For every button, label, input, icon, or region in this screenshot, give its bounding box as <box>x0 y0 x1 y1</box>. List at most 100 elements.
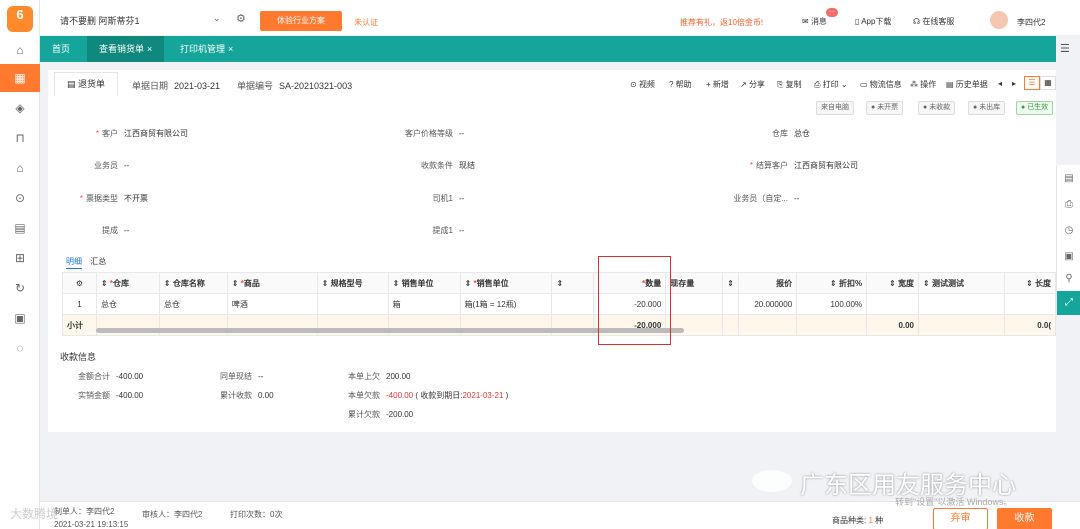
print-button[interactable]: ⎙ 打印 ⌄ <box>814 79 848 90</box>
detail-grid: ⚙ ⇕ *仓库 ⇕ 仓库名称 ⇕ *商品 ⇕ 规格型号 ⇕ 销售单位 ⇕ *销售… <box>62 272 1057 336</box>
history-button[interactable]: ▤ 历史单据 <box>946 79 988 90</box>
promo-link[interactable]: 推荐有礼，返10倍金币! <box>680 17 763 28</box>
grid-view-icon[interactable]: ▦ <box>1040 76 1056 90</box>
field-settle-customer[interactable]: * 结算客户 江西商贸有限公司 <box>738 160 858 171</box>
settings-icon[interactable]: ▣ <box>0 304 40 332</box>
doc-tab-return[interactable]: ▤ 退货单 <box>54 72 119 96</box>
pay-previous: 本单上欠 200.00 <box>348 372 411 381</box>
main-panel: ▤ 退货单 单据日期 2021-03-21 单据编号 SA-20210321-003… <box>48 70 1057 432</box>
pay-total-owe: 累计欠款 -200.00 <box>348 410 414 419</box>
col-warehouse-name[interactable]: ⇕ 仓库名称 <box>158 272 228 294</box>
table-row[interactable]: 1 总仓 总仓 啤酒 箱 箱(1箱 = 12瓶) -20.000 20.0000… <box>62 293 1057 315</box>
pay-owe: 本单欠款 -400.00 ( 收款到期日:2021-03-21 ) <box>348 391 509 400</box>
footer-auditor: 审核人：李四代2 <box>142 510 203 519</box>
tab-bar: 首页 查看销货单 × 打印机管理 × <box>40 36 1056 62</box>
tab-printer-manage[interactable]: 打印机管理 × <box>168 36 245 62</box>
logistics-button[interactable]: ▭ 物流信息 <box>860 79 902 90</box>
field-pickup[interactable]: 提成 -- <box>78 225 129 236</box>
col-price[interactable]: 报价 <box>738 272 798 294</box>
account-selector[interactable]: 请不要删 阿斯蒂芬1 <box>60 14 140 27</box>
username[interactable]: 李四代2 <box>1017 17 1045 28</box>
history-icon[interactable]: ◷ <box>1057 219 1080 243</box>
top-bar: 请不要删 阿斯蒂芬1 ⌄ ⚙ 体验行业方案 未认证 推荐有礼，返10倍金币! ✉… <box>40 0 1080 36</box>
note-icon[interactable]: ▤ <box>1057 167 1080 191</box>
status-effective: ● 已生效 <box>1016 101 1054 115</box>
footer-prints: 打印次数：0次 <box>230 510 283 519</box>
collect-payment-button[interactable]: 收款 <box>997 508 1052 529</box>
unverified-link[interactable]: 未认证 <box>354 17 378 28</box>
message-badge: ··· <box>826 8 838 17</box>
field-pickup1[interactable]: 提成1 -- <box>400 225 465 236</box>
help-button[interactable]: ? 帮助 <box>669 79 692 90</box>
col-spec[interactable]: ⇕ 规格型号 <box>316 272 389 294</box>
field-invoice-type[interactable]: * 票据类型 不开票 <box>68 193 148 204</box>
home-icon[interactable]: ⌂ <box>0 36 40 64</box>
col-product[interactable]: ⇕ *商品 <box>226 272 318 294</box>
sidebar: 6 标准版 ⌂ ▦ ◈ ⊓ ⌂ ⊙ ▤ ⊞ ↻ ▣ ◌ <box>0 0 40 529</box>
col-width[interactable]: ⇕ 宽度 <box>866 272 920 294</box>
avatar[interactable] <box>990 11 1008 29</box>
voucher-icon[interactable]: ▣ <box>1057 245 1080 269</box>
col-discount[interactable]: ⇕ 折扣% <box>796 272 868 294</box>
orders-icon[interactable]: ▦ <box>0 64 40 92</box>
close-icon[interactable]: × <box>228 44 233 54</box>
col-sale-unit[interactable]: ⇕ *销售单位 <box>459 272 553 294</box>
er-icon[interactable]: ⊞ <box>0 244 40 272</box>
chat-icon[interactable]: ◌ <box>0 334 40 362</box>
tab-view-sales[interactable]: 查看销货单 × <box>87 36 165 62</box>
next-doc-icon[interactable]: ▸ <box>1012 79 1016 88</box>
wechat-watermark-icon <box>752 470 792 492</box>
link-icon[interactable]: ⚲ <box>1057 267 1080 291</box>
print-icon[interactable]: ⎙ <box>1057 193 1080 217</box>
col-stock[interactable]: 现存量 <box>665 272 724 294</box>
status-no-invoice: ● 未开票 <box>866 101 904 115</box>
copy-button[interactable]: ⎘ 复制 <box>777 79 802 90</box>
expand-icon[interactable]: ⤢ <box>1057 291 1080 315</box>
status-from-pc: 来自电脑 <box>816 101 854 115</box>
trial-industry-button[interactable]: 体验行业方案 <box>260 11 342 31</box>
finance-icon[interactable]: ⊙ <box>0 184 40 212</box>
col-unit[interactable]: ⇕ 销售单位 <box>387 272 461 294</box>
sales-icon[interactable]: ⊓ <box>0 124 40 152</box>
col-warehouse[interactable]: ⇕ *仓库 <box>95 272 160 294</box>
reports-icon[interactable]: ▤ <box>0 214 40 242</box>
tab-home[interactable]: 首页 <box>40 36 82 62</box>
quantity-highlight-box <box>598 256 671 345</box>
prev-doc-icon[interactable]: ◂ <box>998 79 1002 88</box>
abandon-audit-button[interactable]: 弃审 <box>933 508 988 529</box>
video-button[interactable]: ⊙ 视频 <box>630 79 655 90</box>
field-customer[interactable]: * 客户 江西商贸有限公司 <box>78 128 188 139</box>
subtab-detail[interactable]: 明细 <box>66 257 82 269</box>
col-sort-2[interactable]: ⇕ <box>722 272 740 294</box>
app-download-link[interactable]: ▯ App下载 <box>855 16 891 27</box>
support-link[interactable]: ☊ 在线客服 <box>913 16 954 27</box>
grid-settings-icon[interactable]: ⚙ <box>62 272 97 294</box>
col-length[interactable]: ⇕ 长度 <box>1003 272 1057 294</box>
status-no-receipt: ● 未收款 <box>918 101 956 115</box>
list-view-icon[interactable]: ☰ <box>1024 76 1040 90</box>
field-salesman-custom[interactable]: 业务员（自定... -- <box>708 193 799 204</box>
gear-icon[interactable]: ⚙ <box>236 12 246 25</box>
warehouse-icon[interactable]: ⌂ <box>0 154 40 182</box>
field-driver[interactable]: 司机1 -- <box>400 193 465 204</box>
detail-subtabs: 明细 汇总 <box>66 256 112 269</box>
message-link[interactable]: ✉ 消息 <box>802 16 827 27</box>
more-menu-icon[interactable]: ☰ <box>1060 42 1070 55</box>
purchase-icon[interactable]: ◈ <box>0 94 40 122</box>
field-payment-terms[interactable]: 收款条件 现结 <box>400 160 475 171</box>
chevron-down-icon[interactable]: ⌄ <box>213 13 221 24</box>
operation-button[interactable]: ⁂ 操作 <box>910 79 936 90</box>
horizontal-scrollbar[interactable] <box>96 328 684 333</box>
app-logo[interactable]: 6 标准版 <box>7 6 33 32</box>
subtab-summary[interactable]: 汇总 <box>90 257 106 266</box>
share-button[interactable]: ↗ 分享 <box>740 79 765 90</box>
new-button[interactable]: + 新增 <box>706 79 729 90</box>
col-test[interactable]: ⇕ 测试测试 <box>918 272 1005 294</box>
field-warehouse[interactable]: 仓库 总仓 <box>748 128 810 139</box>
col-sort[interactable]: ⇕ <box>551 272 595 294</box>
sync-icon[interactable]: ↻ <box>0 274 40 302</box>
close-icon[interactable]: × <box>147 44 152 54</box>
field-salesman[interactable]: 业务员 -- <box>78 160 129 171</box>
field-price-level[interactable]: 客户价格等级 -- <box>400 128 464 139</box>
payment-title: 收款信息 <box>60 352 97 362</box>
